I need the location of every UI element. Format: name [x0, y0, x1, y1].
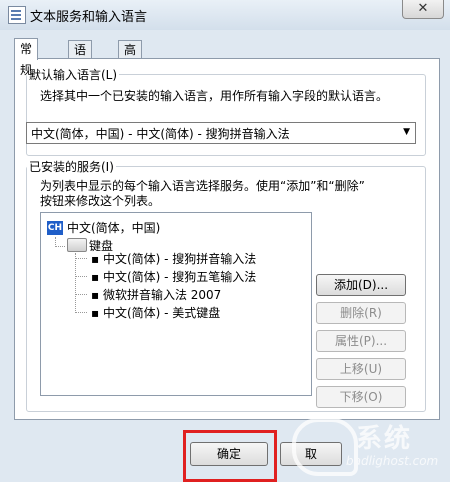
tree-connector [75, 253, 76, 313]
close-button[interactable]: ✕ [402, 0, 444, 19]
default-language-select[interactable]: 中文(简体，中国) - 中文(简体) - 搜狗拼音输入法 ▼ [26, 122, 416, 144]
add-button[interactable]: 添加(D)... [316, 274, 406, 296]
installed-services-tree[interactable]: CH 中文(简体，中国) 键盘 ▪ 中文(简体) - 搜狗拼音输入法 ▪ 中文(… [40, 212, 312, 396]
tab-general[interactable]: 常规 [14, 38, 39, 77]
window-title: 文本服务和输入语言 [30, 10, 148, 25]
tree-connector [75, 294, 87, 295]
remove-button[interactable]: 删除(R) [316, 302, 406, 324]
tree-service-item[interactable]: ▪ 中文(简体) - 搜狗拼音输入法 [91, 250, 256, 267]
tree-connector [75, 258, 87, 259]
watermark-url: badlighost.com [346, 454, 439, 468]
keyboard-icon [67, 238, 87, 252]
dropdown-arrow-icon: ▼ [403, 127, 410, 137]
highlight-box [183, 430, 277, 482]
tree-connector [55, 246, 65, 247]
default-language-value: 中文(简体，中国) - 中文(简体) - 搜狗拼音输入法 [31, 127, 290, 141]
installed-services-description-line1: 为列表中显示的每个输入语言选择服务。使用“添加”和“删除” [40, 179, 365, 193]
tree-service-item[interactable]: ▪ 中文(简体) - 美式键盘 [91, 304, 220, 321]
default-language-legend: 默认输入语言(L) [29, 68, 118, 82]
tree-connector [75, 312, 87, 313]
title-bar: 文本服务和输入语言 ✕ [0, 0, 450, 30]
default-language-description: 选择其中一个已安装的输入语言，用作所有输入字段的默认语言。 [40, 89, 389, 103]
properties-button[interactable]: 属性(P)... [316, 330, 406, 352]
installed-services-legend: 已安装的服务(I) [29, 160, 114, 174]
tree-service-item[interactable]: ▪ 微软拼音输入法 2007 [91, 286, 221, 303]
tree-language-node[interactable]: 中文(简体，中国) [67, 219, 160, 236]
move-down-button[interactable]: 下移(O) [316, 386, 406, 408]
tab-language-bar[interactable]: 语言栏 [68, 40, 93, 93]
move-up-button[interactable]: 上移(U) [316, 358, 406, 380]
tree-service-item[interactable]: ▪ 中文(简体) - 搜狗五笔输入法 [91, 268, 256, 285]
tree-connector [75, 276, 87, 277]
watermark-logo-text: 系统 [356, 424, 413, 454]
language-badge-icon: CH [47, 221, 63, 235]
tab-advanced-key-settings[interactable]: 高级键设置 [118, 40, 143, 129]
text-services-icon [8, 6, 26, 24]
installed-services-description-line2: 按钮来修改这个列表。 [40, 194, 161, 208]
watermark: 系统 badlighost.com [292, 412, 447, 478]
